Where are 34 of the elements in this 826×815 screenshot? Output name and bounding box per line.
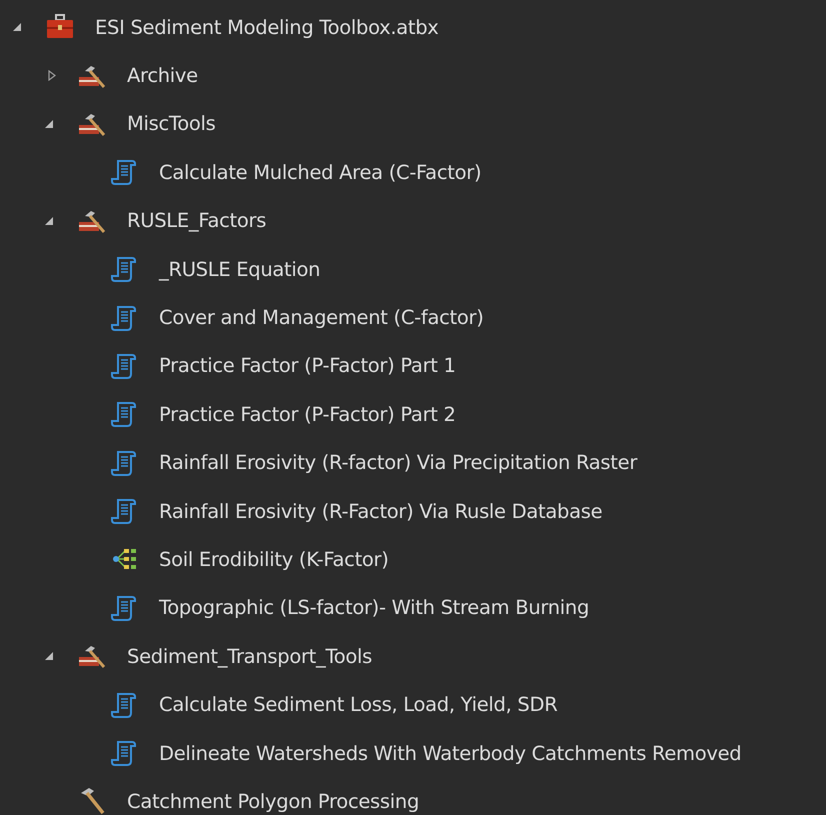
toolbox-icon <box>45 14 75 40</box>
script-icon <box>110 352 138 380</box>
script-icon <box>110 448 138 477</box>
script-icon <box>110 690 138 719</box>
script-icon <box>110 158 138 186</box>
tree-item-label[interactable]: Practice Factor (P-Factor) Part 1 <box>159 354 456 378</box>
tree-item-label[interactable]: Practice Factor (P-Factor) Part 2 <box>159 402 456 426</box>
script-icon <box>110 739 138 768</box>
script-icon <box>110 497 138 526</box>
expanded-arrow-icon[interactable] <box>44 651 54 662</box>
expanded-arrow-icon[interactable] <box>12 22 22 32</box>
tree-item-label[interactable]: Rainfall Erosivity (R-factor) Via Precipitation Raster <box>159 451 638 474</box>
tree-item-label[interactable]: MiscTools <box>127 112 216 136</box>
tree-item-label[interactable]: Calculate Mulched Area (C-Factor) <box>159 160 482 184</box>
tree-item-label[interactable]: Soil Erodibility (K-Factor) <box>159 548 389 571</box>
tree-item-label[interactable]: Rainfall Erosivity (R-Factor) Via Rusle Database <box>159 500 602 523</box>
tree-item-label[interactable]: Archive <box>127 64 198 88</box>
tree-item-label[interactable]: RUSLE_Factors <box>127 209 266 232</box>
collapsed-arrow-icon[interactable] <box>48 70 56 82</box>
script-icon <box>110 400 138 428</box>
hammer-toolbox-icon <box>77 643 107 670</box>
tree-item-label[interactable]: Delineate Watersheds With Waterbody Catchments Removed <box>159 742 742 765</box>
tree-item-label[interactable]: _RUSLE Equation <box>159 258 320 281</box>
tree-item-label[interactable]: Calculate Sediment Loss, Load, Yield, SDR <box>159 693 558 716</box>
tree-item-label[interactable]: Catchment Polygon Processing <box>127 790 420 813</box>
tree-item-label[interactable]: Cover and Management (C-factor) <box>159 306 484 330</box>
tree-item-label[interactable]: Topographic (LS-factor)- With Stream Burning <box>159 596 590 620</box>
tree-item-label[interactable]: Sediment_Transport_Tools <box>127 644 372 668</box>
script-icon <box>110 255 138 284</box>
script-icon <box>110 594 138 622</box>
tree-item-label[interactable]: ESI Sediment Modeling Toolbox.atbx <box>95 16 439 39</box>
expanded-arrow-icon[interactable] <box>44 216 54 226</box>
expanded-arrow-icon[interactable] <box>44 118 54 129</box>
script-icon <box>110 304 138 332</box>
